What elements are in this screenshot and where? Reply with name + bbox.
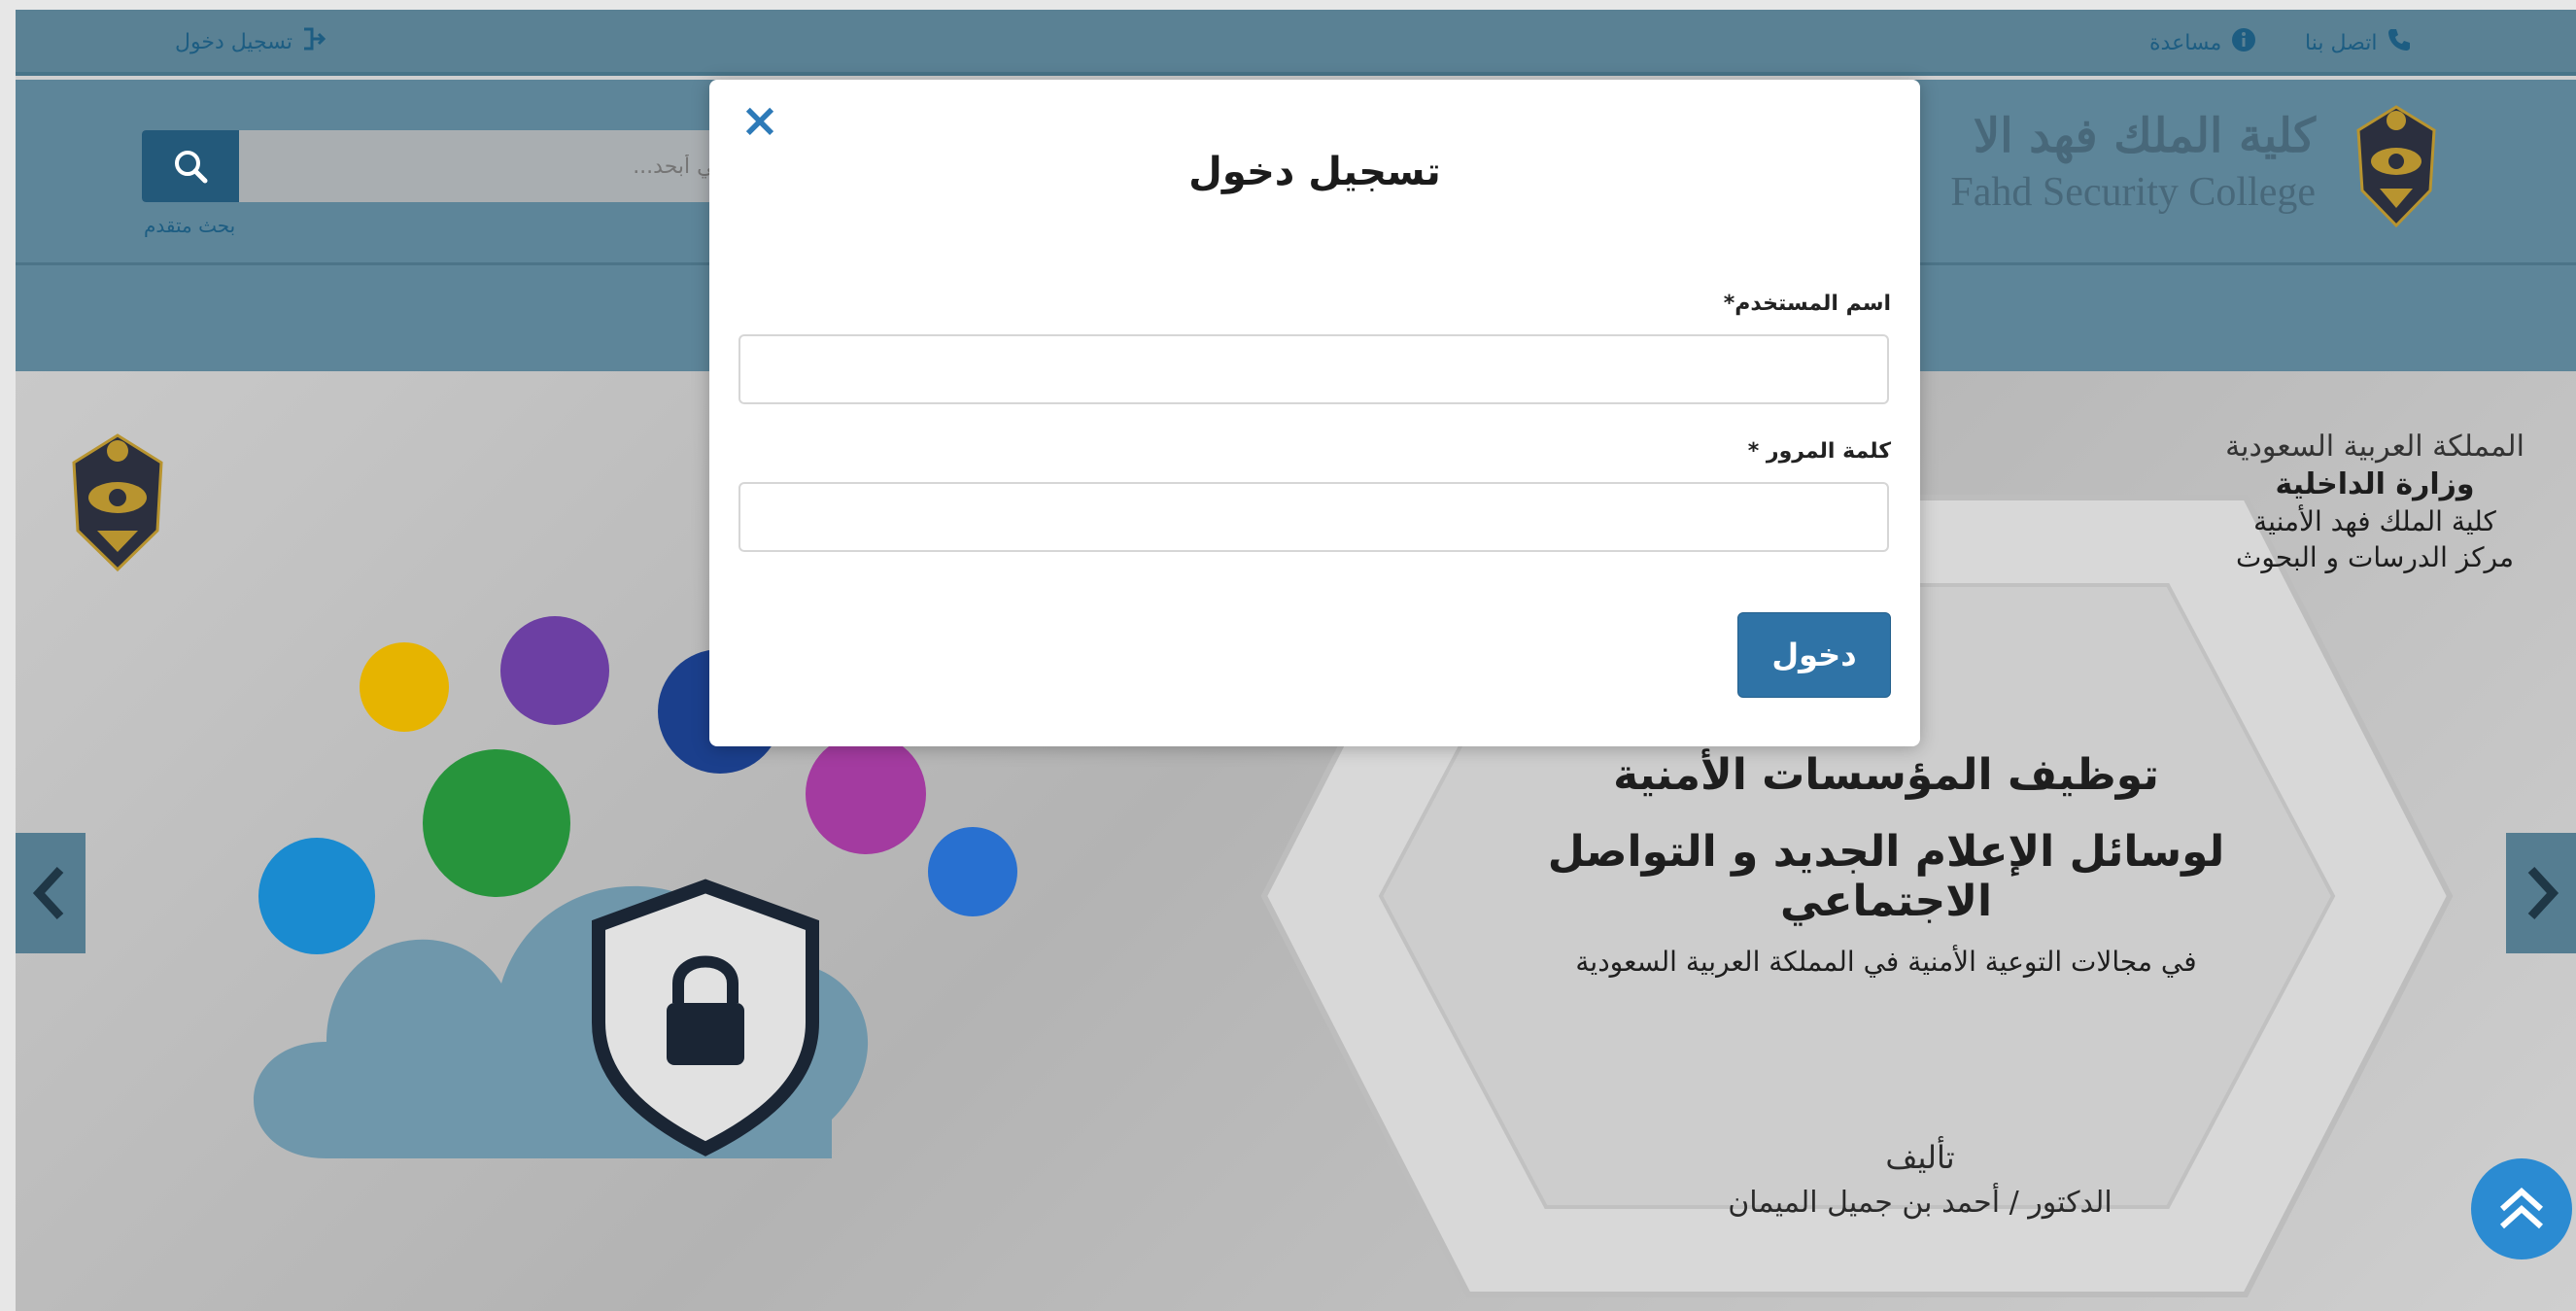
phone-icon: [2387, 27, 2412, 58]
modal-title: تسجيل دخول: [1188, 150, 1441, 194]
top-utility-bar: تسجيل دخول مساعدة اتصل بنا: [16, 10, 2576, 76]
slide-title-line1: توظيف المؤسسات الأمنية: [1613, 750, 2159, 800]
username-field[interactable]: [738, 334, 1889, 404]
sign-in-icon: [302, 27, 329, 56]
ministry-college: كلية الملك فهد الأمنية: [2253, 505, 2496, 537]
login-link[interactable]: تسجيل دخول: [175, 27, 329, 56]
college-name-arabic: كلية الملك فهد الا: [1973, 109, 2316, 163]
help-link[interactable]: مساعدة: [2149, 27, 2256, 58]
help-link-label: مساعدة: [2149, 30, 2222, 55]
info-icon: [2231, 27, 2256, 58]
college-logo-small: [72, 433, 163, 572]
login-link-label: تسجيل دخول: [175, 29, 292, 54]
ministry-calligraphy: المملكة العربية السعودية: [2225, 430, 2524, 464]
scroll-to-top-button[interactable]: [2471, 1158, 2572, 1259]
search-input[interactable]: [239, 130, 744, 202]
contact-link-label: اتصل بنا: [2305, 30, 2378, 55]
double-chevron-up-icon: [2499, 1187, 2544, 1229]
search-box: [142, 130, 744, 202]
search-icon: [175, 151, 208, 184]
chevron-right-icon: [2527, 866, 2559, 920]
close-icon[interactable]: ×: [738, 97, 781, 144]
username-label: اسم المستخدم*: [1723, 292, 1891, 316]
ministry-name: وزارة الداخلية: [2275, 467, 2475, 501]
login-modal: × تسجيل دخول اسم المستخدم* كلمة المرور *…: [709, 80, 1920, 746]
slide-prev-button[interactable]: [16, 833, 86, 953]
slide-title-line2: لوسائل الإعلام الجديد و التواصل الاجتماع…: [1547, 827, 2225, 926]
advanced-search-link[interactable]: بحث متقدم: [144, 214, 235, 237]
page-backdrop: تسجيل دخول مساعدة اتصل بنا بحث متقدم كلي…: [16, 10, 2576, 1311]
slide-subtitle: في مجالات التوعية الأمنية في المملكة الع…: [1575, 946, 2197, 978]
slide-next-button[interactable]: [2506, 833, 2576, 953]
college-name-english: Fahd Security College: [1950, 170, 2316, 215]
slide-title-block: توظيف المؤسسات الأمنية لوسائل الإعلام ال…: [1449, 750, 2323, 978]
chevron-left-icon: [32, 866, 64, 920]
author-label: تأليف: [1885, 1139, 1955, 1176]
ministry-block: المملكة العربية السعودية وزارة الداخلية …: [2215, 430, 2535, 573]
author-name: الدكتور / أحمد بن جميل الميمان: [1728, 1186, 2112, 1220]
college-logo[interactable]: [2353, 103, 2440, 229]
contact-link[interactable]: اتصل بنا: [2305, 27, 2412, 58]
password-label: كلمة المرور *: [1747, 439, 1891, 464]
ministry-center: مركز الدرسات و البحوث: [2236, 541, 2514, 573]
password-field[interactable]: [738, 482, 1889, 552]
search-button[interactable]: [142, 130, 239, 202]
login-submit-button[interactable]: دخول: [1737, 612, 1891, 698]
